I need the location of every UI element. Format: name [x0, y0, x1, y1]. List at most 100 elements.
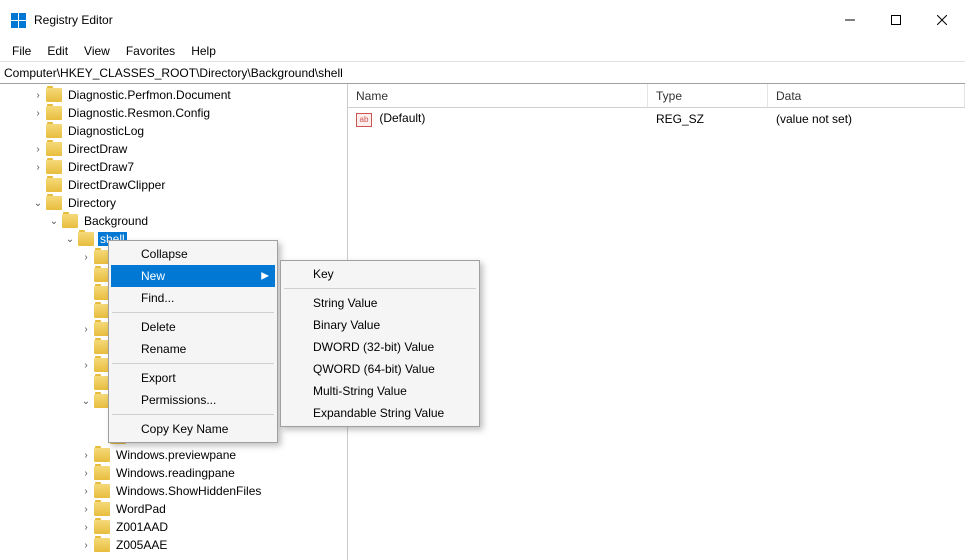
context-collapse[interactable]: Collapse [111, 243, 275, 265]
expander-placeholder [80, 287, 92, 299]
menu-separator [112, 363, 274, 364]
chevron-right-icon[interactable]: › [32, 161, 44, 173]
tree-item-label: WordPad [114, 502, 168, 516]
tree-item-label: Directory [66, 196, 118, 210]
tree-item[interactable]: ›DirectDraw7 [0, 158, 347, 176]
chevron-right-icon[interactable]: › [80, 449, 92, 461]
value-name: (Default) [379, 111, 425, 125]
submenu-dword[interactable]: DWORD (32-bit) Value [283, 336, 477, 358]
list-row[interactable]: ab (Default) REG_SZ (value not set) [348, 108, 965, 130]
tree-item[interactable]: › Windows.readingpane [0, 464, 347, 482]
tree-item-label: DiagnosticLog [66, 124, 146, 138]
submenu-expandable-string[interactable]: Expandable String Value [283, 402, 477, 424]
chevron-right-icon[interactable]: › [32, 107, 44, 119]
new-submenu: Key String Value Binary Value DWORD (32-… [280, 260, 480, 427]
chevron-right-icon[interactable]: › [80, 467, 92, 479]
chevron-right-icon[interactable]: › [80, 359, 92, 371]
chevron-right-icon[interactable]: › [32, 89, 44, 101]
menu-favorites[interactable]: Favorites [118, 42, 183, 60]
expander-placeholder [96, 431, 108, 443]
expander-placeholder [80, 305, 92, 317]
tree-item[interactable]: › Z001AAD [0, 518, 347, 536]
cell-name: ab (Default) [348, 111, 648, 127]
tree-item[interactable]: › WordPad [0, 500, 347, 518]
close-button[interactable] [919, 4, 965, 36]
expander-placeholder [32, 125, 44, 137]
chevron-right-icon[interactable]: › [80, 503, 92, 515]
chevron-down-icon[interactable]: ⌄ [64, 233, 76, 245]
chevron-right-icon[interactable]: › [80, 323, 92, 335]
context-menu: Collapse New ▶ Find... Delete Rename Exp… [108, 240, 278, 443]
tree-item[interactable]: DirectDrawClipper [0, 176, 347, 194]
context-new-label: New [141, 269, 165, 283]
tree-item-label: Diagnostic.Perfmon.Document [66, 88, 233, 102]
col-data[interactable]: Data [768, 84, 965, 107]
folder-icon [46, 124, 62, 138]
context-rename[interactable]: Rename [111, 338, 275, 360]
string-value-icon: ab [356, 113, 372, 127]
context-find[interactable]: Find... [111, 287, 275, 309]
folder-icon [62, 214, 78, 228]
chevron-right-icon[interactable]: › [32, 143, 44, 155]
chevron-right-icon[interactable]: › [80, 251, 92, 263]
menu-bar: File Edit View Favorites Help [0, 40, 965, 62]
submenu-binary-value[interactable]: Binary Value [283, 314, 477, 336]
folder-icon [94, 538, 110, 552]
context-export[interactable]: Export [111, 367, 275, 389]
tree-item-label: Windows.readingpane [114, 466, 237, 480]
chevron-right-icon[interactable]: › [80, 539, 92, 551]
tree-item[interactable]: ⌄ Directory [0, 194, 347, 212]
chevron-down-icon[interactable]: ⌄ [32, 197, 44, 209]
chevron-right-icon[interactable]: › [80, 485, 92, 497]
col-type[interactable]: Type [648, 84, 768, 107]
expander-placeholder [96, 413, 108, 425]
menu-view[interactable]: View [76, 42, 118, 60]
tree-item[interactable]: ›Z005AAE [0, 536, 347, 554]
context-delete[interactable]: Delete [111, 316, 275, 338]
expander-placeholder [80, 341, 92, 353]
chevron-right-icon[interactable]: › [80, 521, 92, 533]
tree-item[interactable]: ⌄ Background [0, 212, 347, 230]
submenu-key[interactable]: Key [283, 263, 477, 285]
address-path: Computer\HKEY_CLASSES_ROOT\Directory\Bac… [4, 66, 343, 80]
tree-item-label: DirectDrawClipper [66, 178, 167, 192]
maximize-button[interactable] [873, 4, 919, 36]
chevron-down-icon[interactable]: ⌄ [48, 215, 60, 227]
address-bar[interactable]: Computer\HKEY_CLASSES_ROOT\Directory\Bac… [0, 62, 965, 84]
tree-item[interactable]: › Windows.previewpane [0, 446, 347, 464]
tree-item[interactable]: ›Windows.ShowHiddenFiles [0, 482, 347, 500]
context-permissions[interactable]: Permissions... [111, 389, 275, 411]
submenu-string-value[interactable]: String Value [283, 292, 477, 314]
folder-icon [46, 160, 62, 174]
context-new[interactable]: New ▶ [111, 265, 275, 287]
folder-icon [46, 88, 62, 102]
tree-item-label: Z001AAD [114, 520, 170, 534]
expander-placeholder [80, 269, 92, 281]
tree-item[interactable]: ›Diagnostic.Resmon.Config [0, 104, 347, 122]
folder-icon [78, 232, 94, 246]
context-copy-key-name[interactable]: Copy Key Name [111, 418, 275, 440]
col-name[interactable]: Name [348, 84, 648, 107]
chevron-down-icon[interactable]: ⌄ [80, 395, 92, 407]
tree-item-label: Windows.previewpane [114, 448, 238, 462]
submenu-multi-string[interactable]: Multi-String Value [283, 380, 477, 402]
submenu-qword[interactable]: QWORD (64-bit) Value [283, 358, 477, 380]
tree-item-label: DirectDraw [66, 142, 129, 156]
cell-data: (value not set) [768, 112, 965, 126]
tree-item[interactable]: › Diagnostic.Perfmon.Document [0, 86, 347, 104]
expander-placeholder [80, 377, 92, 389]
list-rows[interactable]: ab (Default) REG_SZ (value not set) [348, 108, 965, 130]
folder-icon [94, 484, 110, 498]
menu-separator [284, 288, 476, 289]
menu-separator [112, 312, 274, 313]
tree-item[interactable]: › DirectDraw [0, 140, 347, 158]
minimize-button[interactable] [827, 4, 873, 36]
menu-file[interactable]: File [4, 42, 39, 60]
folder-icon [94, 448, 110, 462]
tree-item[interactable]: DiagnosticLog [0, 122, 347, 140]
tree-item-label: Background [82, 214, 150, 228]
title-bar: Registry Editor [0, 0, 965, 40]
folder-icon [94, 466, 110, 480]
menu-edit[interactable]: Edit [39, 42, 76, 60]
menu-help[interactable]: Help [183, 42, 224, 60]
